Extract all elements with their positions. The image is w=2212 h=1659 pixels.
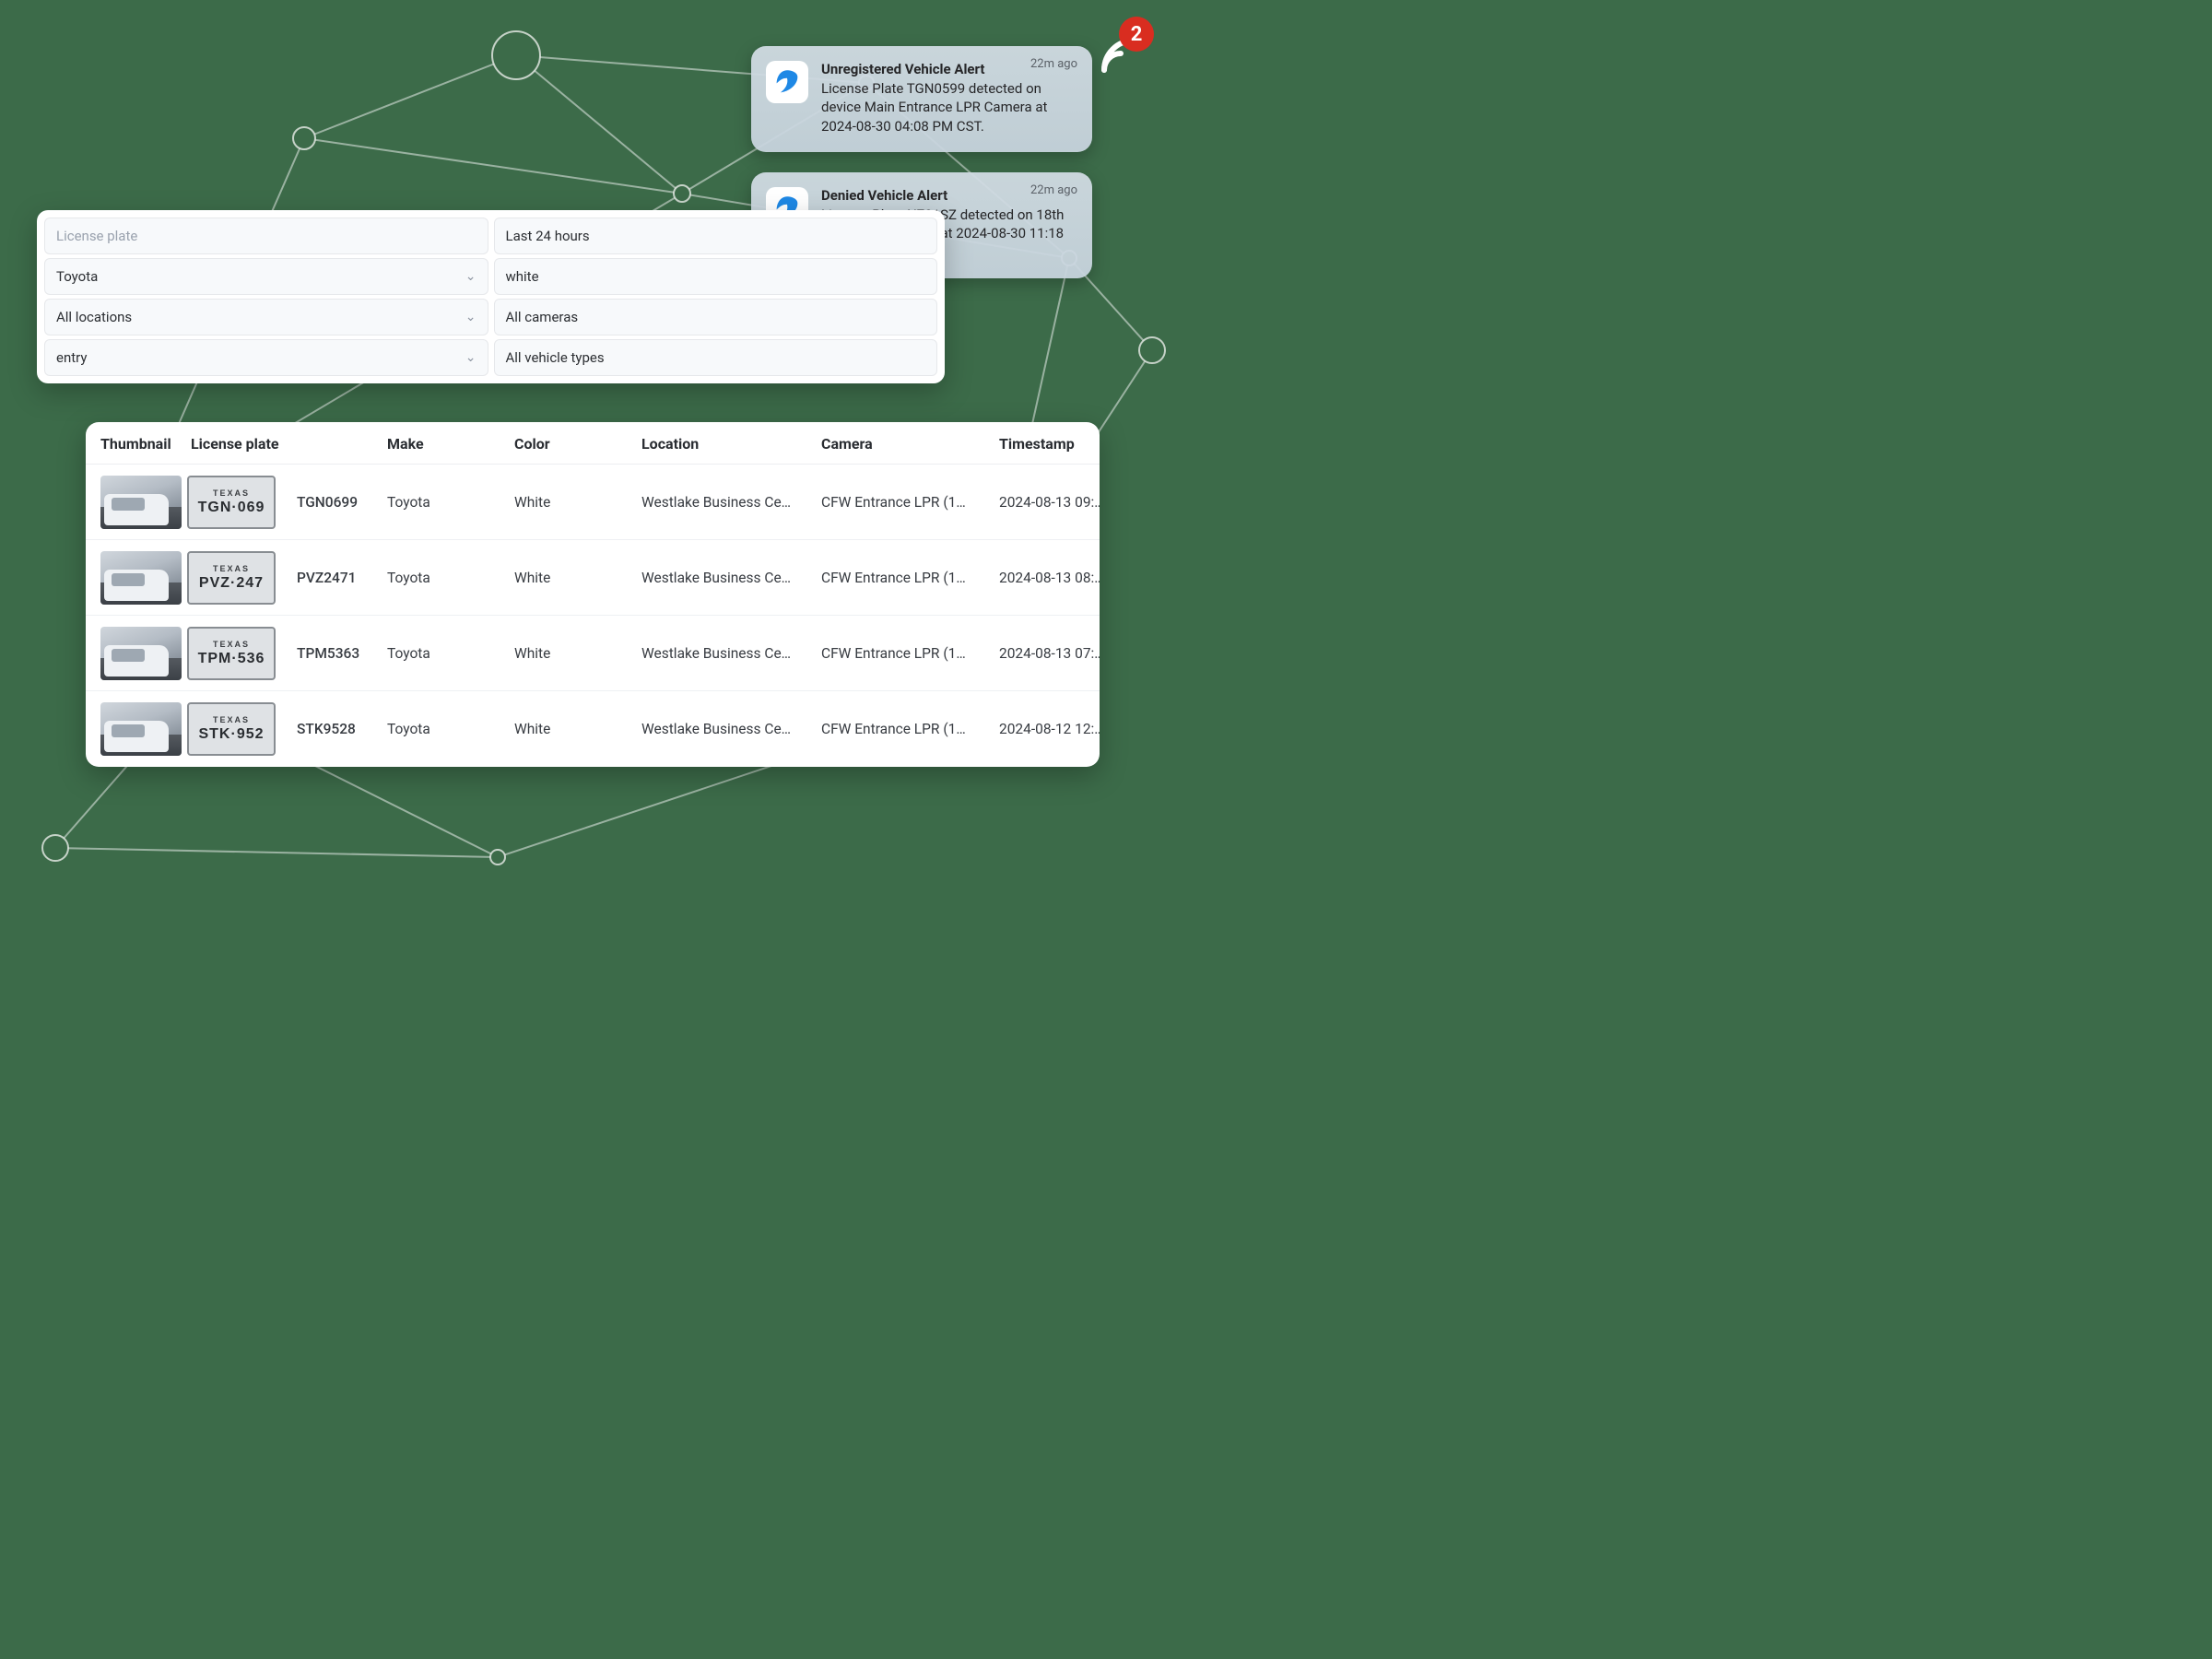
- cell-camera: CFW Entrance LPR (1…: [821, 721, 999, 737]
- filter-panel: License plate Last 24 hours Toyota ⌄ whi…: [37, 210, 945, 383]
- cell-make: Toyota: [387, 494, 514, 511]
- filter-value: entry: [56, 349, 87, 366]
- col-make: Make: [387, 435, 514, 453]
- table-row[interactable]: TEXAS TGN·069 TGN0699 Toyota White Westl…: [86, 465, 1100, 540]
- plate-thumbnail: TEXAS TGN·069: [187, 476, 276, 529]
- app-icon: [766, 61, 808, 103]
- col-timestamp: Timestamp: [999, 435, 1100, 453]
- cell-camera: CFW Entrance LPR (1…: [821, 570, 999, 586]
- notification-time: 22m ago: [1030, 183, 1077, 197]
- notification-body: License Plate TGN0599 detected on device…: [821, 79, 1076, 135]
- filter-value: All vehicle types: [506, 349, 605, 366]
- thumbnail-pair: TEXAS STK·952: [100, 702, 289, 756]
- vehicle-thumbnail: [100, 627, 182, 680]
- thumbnail-pair: TEXAS TPM·536: [100, 627, 289, 680]
- filter-value: All cameras: [506, 309, 579, 325]
- cell-color: White: [514, 721, 641, 737]
- filter-cameras[interactable]: All cameras: [494, 299, 938, 335]
- cell-license-plate: TPM5363: [297, 645, 387, 662]
- cell-color: White: [514, 570, 641, 586]
- col-license-plate: License plate: [191, 435, 297, 453]
- cell-camera: CFW Entrance LPR (1…: [821, 645, 999, 662]
- filter-color[interactable]: white: [494, 258, 938, 295]
- table-row[interactable]: TEXAS TPM·536 TPM5363 Toyota White Westl…: [86, 616, 1100, 691]
- col-location: Location: [641, 435, 821, 453]
- cell-location: Westlake Business Ce…: [641, 645, 821, 662]
- cell-timestamp: 2024-08-12 12:…: [999, 721, 1100, 737]
- notification-time: 22m ago: [1030, 57, 1077, 71]
- cell-color: White: [514, 494, 641, 511]
- filter-vehicle-types[interactable]: All vehicle types: [494, 339, 938, 376]
- cell-timestamp: 2024-08-13 09:…: [999, 494, 1100, 511]
- plate-thumbnail: TEXAS TPM·536: [187, 627, 276, 680]
- cell-location: Westlake Business Ce…: [641, 570, 821, 586]
- col-thumbnail: Thumbnail: [100, 435, 191, 453]
- cell-timestamp: 2024-08-13 07:…: [999, 645, 1100, 662]
- filter-time-range[interactable]: Last 24 hours: [494, 218, 938, 254]
- plate-thumbnail: TEXAS PVZ·247: [187, 551, 276, 605]
- cell-camera: CFW Entrance LPR (1…: [821, 494, 999, 511]
- col-camera: Camera: [821, 435, 999, 453]
- filter-license-plate[interactable]: License plate: [44, 218, 488, 254]
- cell-location: Westlake Business Ce…: [641, 494, 821, 511]
- table-row[interactable]: TEXAS STK·952 STK9528 Toyota White Westl…: [86, 691, 1100, 767]
- cell-timestamp: 2024-08-13 08:…: [999, 570, 1100, 586]
- notification-count-badge: 2: [1119, 17, 1154, 52]
- vehicle-thumbnail: [100, 551, 182, 605]
- chevron-down-icon: ⌄: [465, 269, 477, 284]
- notification-card[interactable]: Unregistered Vehicle Alert License Plate…: [751, 46, 1092, 152]
- filter-direction[interactable]: entry ⌄: [44, 339, 488, 376]
- vehicle-thumbnail: [100, 702, 182, 756]
- cell-license-plate: TGN0699: [297, 494, 387, 511]
- cell-location: Westlake Business Ce…: [641, 721, 821, 737]
- cell-make: Toyota: [387, 570, 514, 586]
- filter-locations[interactable]: All locations ⌄: [44, 299, 488, 335]
- table-header: Thumbnail License plate Make Color Locat…: [86, 422, 1100, 465]
- filter-value: Last 24 hours: [506, 228, 590, 244]
- cell-license-plate: STK9528: [297, 721, 387, 737]
- filter-value: All locations: [56, 309, 132, 325]
- signal-badge: 2: [1091, 28, 1143, 79]
- filter-value: Toyota: [56, 268, 98, 285]
- plate-thumbnail: TEXAS STK·952: [187, 702, 276, 756]
- thumbnail-pair: TEXAS PVZ·247: [100, 551, 289, 605]
- filter-value: white: [506, 268, 539, 285]
- thumbnail-pair: TEXAS TGN·069: [100, 476, 289, 529]
- filter-placeholder: License plate: [56, 228, 137, 244]
- filter-make[interactable]: Toyota ⌄: [44, 258, 488, 295]
- table-row[interactable]: TEXAS PVZ·247 PVZ2471 Toyota White Westl…: [86, 540, 1100, 616]
- cell-color: White: [514, 645, 641, 662]
- cell-make: Toyota: [387, 721, 514, 737]
- cell-make: Toyota: [387, 645, 514, 662]
- results-table: Thumbnail License plate Make Color Locat…: [86, 422, 1100, 767]
- vehicle-thumbnail: [100, 476, 182, 529]
- chevron-down-icon: ⌄: [465, 350, 477, 365]
- col-color: Color: [514, 435, 641, 453]
- chevron-down-icon: ⌄: [465, 310, 477, 324]
- cell-license-plate: PVZ2471: [297, 570, 387, 586]
